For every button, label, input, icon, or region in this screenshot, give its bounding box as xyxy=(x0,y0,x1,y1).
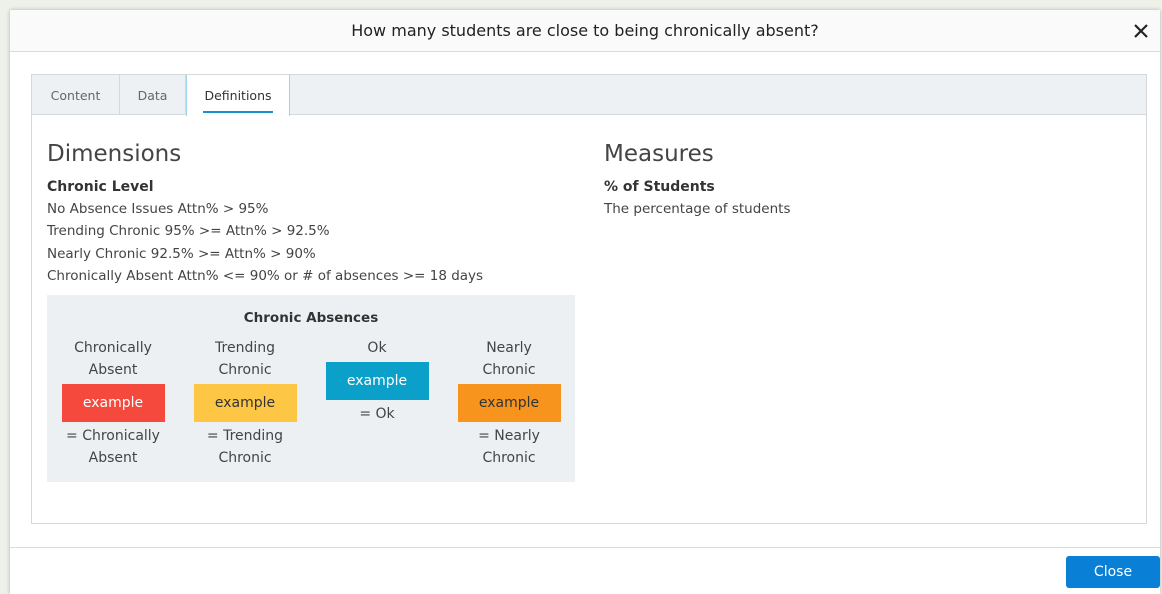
dimension-line: Chronically Absent Attn% <= 90% or # of … xyxy=(47,268,484,284)
tab-data[interactable]: Data xyxy=(120,75,186,115)
legend-item-label: Trending Chronic xyxy=(215,340,275,378)
dialog-header: How many students are close to being chr… xyxy=(10,10,1160,52)
definitions-dialog: How many students are close to being chr… xyxy=(10,10,1160,594)
legend-title: Chronic Absences xyxy=(243,310,379,326)
dialog-footer: Close xyxy=(10,547,1160,594)
legend-swatch: example xyxy=(61,384,165,422)
tab-label: Data xyxy=(137,87,168,103)
dialog-title: How many students are close to being chr… xyxy=(351,21,819,40)
legend-item-label: Chronically Absent xyxy=(74,340,152,378)
legend-swatch: example xyxy=(457,384,561,422)
legend-swatch: example xyxy=(193,384,297,422)
dimension-title: Chronic Level xyxy=(47,179,154,195)
measure-description: The percentage of students xyxy=(604,201,791,217)
legend-item-meaning: = Ok xyxy=(359,406,395,422)
dimension-line: No Absence Issues Attn% > 95% xyxy=(47,201,269,217)
legend-item-trending-chronic: Trending Chronic example = Trending Chro… xyxy=(193,337,297,469)
active-tab-indicator xyxy=(203,111,273,113)
tab-label: Content xyxy=(50,87,101,103)
tab-bar: Content Data Definitions xyxy=(32,75,1146,116)
tab-content[interactable]: Content xyxy=(32,75,120,115)
close-icon[interactable] xyxy=(1130,20,1152,42)
tab-panel: Content Data Definitions Dimensions Chro… xyxy=(31,74,1147,524)
measure-title: % of Students xyxy=(604,179,715,195)
legend-item-ok: Ok example = Ok xyxy=(325,337,429,425)
close-button[interactable]: Close xyxy=(1066,556,1160,588)
tab-definitions[interactable]: Definitions xyxy=(186,75,290,116)
legend-item-label: Ok xyxy=(367,340,387,356)
dimensions-heading: Dimensions xyxy=(47,141,182,167)
chronic-absences-legend: Chronic Absences Chronically Absent exam… xyxy=(47,295,575,482)
legend-item-meaning: = Nearly Chronic xyxy=(478,428,540,466)
tab-label: Definitions xyxy=(204,88,272,103)
legend-item-nearly-chronic: Nearly Chronic example = Nearly Chronic xyxy=(457,337,561,469)
legend-swatch: example xyxy=(325,362,429,400)
legend-item-meaning: = Chronically Absent xyxy=(66,428,160,466)
legend-item-chronically-absent: Chronically Absent example = Chronically… xyxy=(61,337,165,469)
dimension-line: Nearly Chronic 92.5% >= Attn% > 90% xyxy=(47,246,316,262)
dimension-line: Trending Chronic 95% >= Attn% > 92.5% xyxy=(47,223,330,239)
legend-item-meaning: = Trending Chronic xyxy=(206,428,284,466)
measures-heading: Measures xyxy=(604,141,714,167)
legend-item-label: Nearly Chronic xyxy=(482,340,536,378)
